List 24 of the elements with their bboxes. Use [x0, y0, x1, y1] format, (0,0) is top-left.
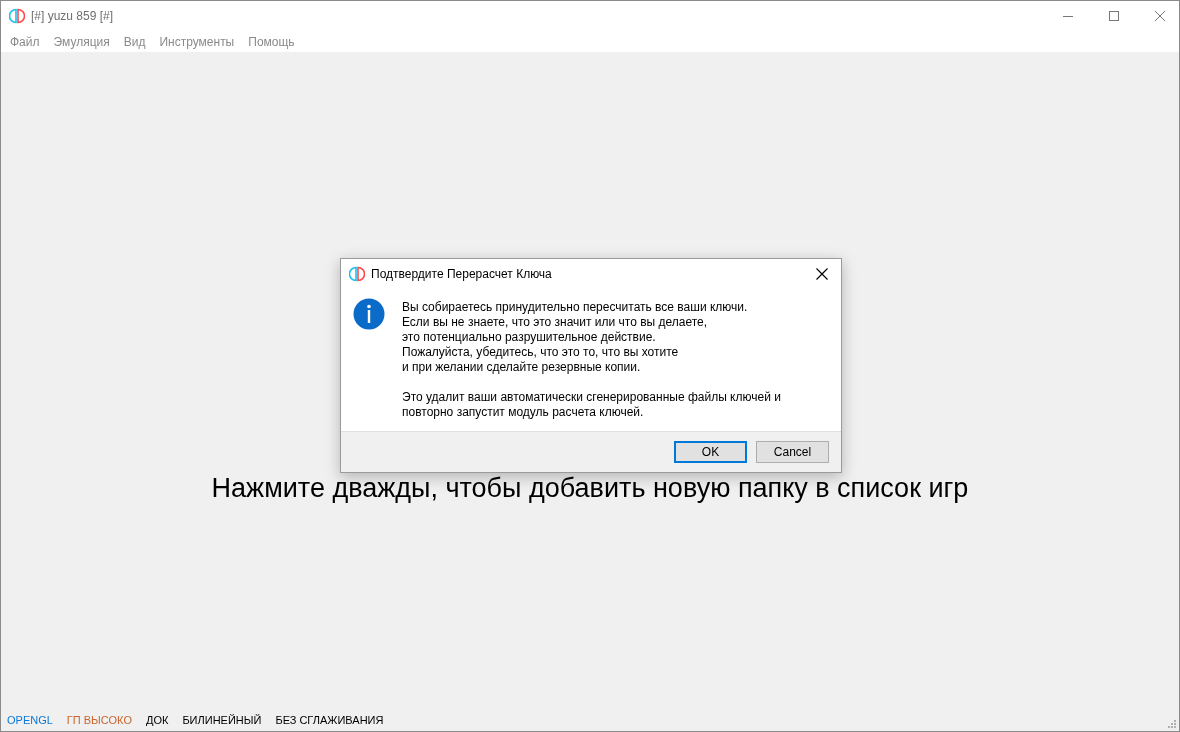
- close-icon: [1155, 11, 1165, 21]
- dialog-button[interactable]: OK: [674, 441, 747, 463]
- maximize-icon: [1109, 11, 1119, 21]
- game-list-hint[interactable]: Нажмите дважды, чтобы добавить новую папку в список игр: [211, 473, 969, 504]
- menu-item[interactable]: Файл: [3, 31, 47, 52]
- status-label: БЕЗ СГЛАЖИВАНИЯ: [275, 714, 384, 726]
- dialog-message: Это удалит ваши автоматически сгенерированные файлы ключей и повторно запустит модуль расчета ключей.: [402, 390, 781, 420]
- status-label: ДОК: [145, 714, 169, 726]
- menu-item[interactable]: Эмуляция: [46, 31, 117, 52]
- dialog-message: Вы собираетесь принудительно пересчитать все ваши ключи. Если вы не знаете, что это значит или что вы делаете, это потенциально разрушительное действие. Пожалуйста, убедитесь, что это то, что вы хотите и при желании сделайте резервные копии.: [402, 300, 749, 375]
- resize-grip-icon[interactable]: [1167, 719, 1177, 729]
- menu-item[interactable]: Помощь: [241, 31, 302, 52]
- menu-item[interactable]: Вид: [116, 31, 153, 52]
- window-title: [#] yuzu 859 [#]: [31, 9, 115, 23]
- status-label: OPENGL: [7, 714, 53, 726]
- dialog-button[interactable]: Cancel: [756, 441, 829, 463]
- dialog-title: Подтвердите Перерасчет Ключа: [371, 266, 553, 281]
- menu-item[interactable]: Инструменты: [152, 31, 242, 52]
- close-icon: [816, 267, 828, 280]
- status-label: БИЛИНЕЙНЫЙ: [182, 714, 262, 726]
- info-icon: [353, 298, 385, 330]
- app-logo-icon: [9, 8, 25, 24]
- status-label: ГП ВЫСОКО: [66, 714, 132, 726]
- dialog-logo-icon: [349, 265, 365, 282]
